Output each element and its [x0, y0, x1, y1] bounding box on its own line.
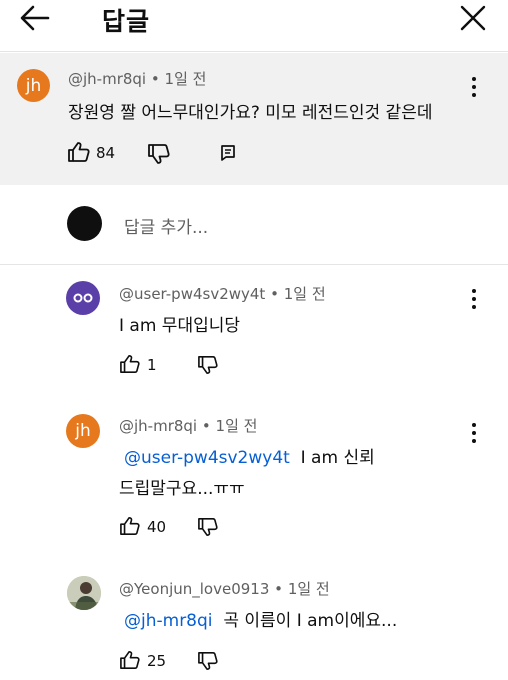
more-options-icon[interactable]: [471, 77, 477, 97]
comment-text: I am 무대입니당: [119, 316, 240, 336]
page-title: 답글: [102, 7, 151, 36]
dislike-icon[interactable]: [197, 651, 219, 671]
like-icon[interactable]: [119, 650, 141, 670]
avatar-eyes-icon: [73, 293, 93, 303]
divider: [0, 264, 508, 265]
comment-meta: @jh-mr8qi • 1일 전: [68, 68, 206, 89]
like-count: 84: [96, 144, 116, 162]
meta-separator: •: [274, 580, 284, 598]
comment-author[interactable]: @Yeonjun_love0913: [119, 580, 269, 598]
dislike-icon[interactable]: [197, 517, 219, 537]
profile-photo-icon: [67, 576, 101, 610]
comment-text: @jh-mr8qi 곡 이름이 I am이에요...: [124, 606, 397, 631]
header-bar: 답글: [0, 0, 508, 52]
meta-separator: •: [150, 70, 160, 88]
back-arrow-icon[interactable]: [18, 4, 52, 32]
like-count: 25: [147, 652, 167, 670]
comment-author[interactable]: @jh-mr8qi: [68, 70, 146, 88]
comment-text-part: 곡 이름이 I am이에요...: [223, 611, 398, 631]
dislike-icon[interactable]: [147, 143, 171, 165]
comment-text-part: I am 신뢰: [300, 448, 375, 468]
avatar[interactable]: [66, 281, 100, 315]
like-icon[interactable]: [119, 516, 141, 536]
comment-time: 1일 전: [283, 285, 326, 303]
dislike-icon[interactable]: [197, 355, 219, 375]
like-count: 40: [147, 518, 167, 536]
comment-author[interactable]: @user-pw4sv2wy4t: [119, 285, 265, 303]
comment-time: 1일 전: [215, 417, 258, 435]
comment-meta: @Yeonjun_love0913 • 1일 전: [119, 578, 330, 599]
avatar[interactable]: jh: [17, 69, 50, 102]
like-count: 1: [147, 356, 157, 374]
more-options-icon[interactable]: [471, 423, 477, 443]
more-options-icon[interactable]: [471, 289, 477, 309]
avatar[interactable]: jh: [66, 414, 100, 448]
comment-meta: @user-pw4sv2wy4t • 1일 전: [119, 283, 326, 304]
comment-meta: @jh-mr8qi • 1일 전: [119, 415, 257, 436]
comment-time: 1일 전: [164, 70, 207, 88]
like-icon[interactable]: [67, 141, 91, 163]
user-avatar: [67, 206, 102, 241]
meta-separator: •: [201, 417, 211, 435]
original-comment: jh @jh-mr8qi • 1일 전 장원영 짤 어느무대인가요? 미모 레전…: [0, 53, 508, 185]
comment-time: 1일 전: [287, 580, 330, 598]
avatar[interactable]: [67, 576, 101, 610]
comment-text: 장원영 짤 어느무대인가요? 미모 레전드인것 같은데: [68, 103, 433, 123]
close-icon[interactable]: [458, 3, 488, 33]
reply-icon[interactable]: [220, 144, 236, 162]
like-icon[interactable]: [119, 354, 141, 374]
mention-link[interactable]: @user-pw4sv2wy4t: [124, 448, 290, 468]
reply-input[interactable]: 답글 추가...: [124, 213, 208, 238]
meta-separator: •: [270, 285, 279, 303]
mention-link[interactable]: @jh-mr8qi: [124, 611, 213, 631]
comment-author[interactable]: @jh-mr8qi: [119, 417, 197, 435]
comment-text-line-2: 드립말구요...ㅠㅠ: [119, 479, 245, 499]
comment-text: @user-pw4sv2wy4t I am 신뢰: [124, 443, 375, 468]
